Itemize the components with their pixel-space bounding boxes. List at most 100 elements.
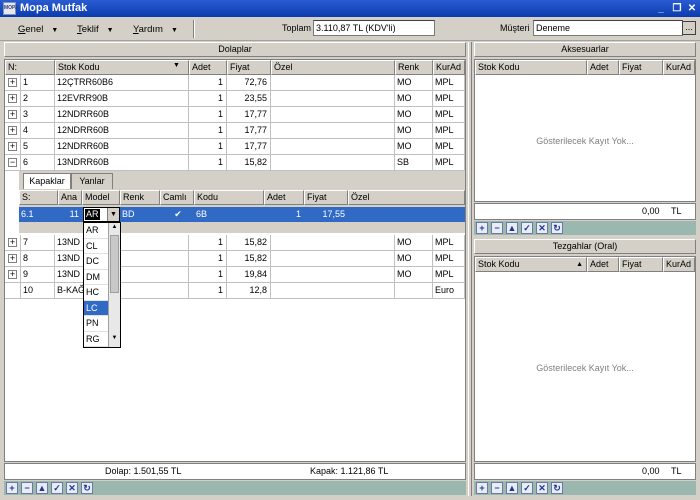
menu-yardim[interactable]: Yardım ▼ <box>133 24 178 35</box>
cell-renk: MO <box>395 123 433 139</box>
col-header-fiyat[interactable]: Fiyat <box>619 60 663 75</box>
move-up-icon[interactable]: ▲ <box>506 482 518 494</box>
col-header-ozel[interactable]: Özel <box>271 60 395 75</box>
cell-adet: 1 <box>189 139 227 155</box>
camli-checkbox[interactable]: ✔ <box>160 207 194 222</box>
dropdown-option[interactable]: HC <box>84 285 108 301</box>
delete-icon[interactable]: − <box>491 482 503 494</box>
minimize-icon[interactable]: _ <box>655 0 667 17</box>
col-header-kodu[interactable]: Kodu <box>194 190 264 205</box>
dolap-total: Dolap: 1.501,55 TL <box>105 466 182 476</box>
musteri-input[interactable]: Deneme <box>533 20 683 36</box>
cell-n: 3 <box>21 107 55 123</box>
cell-ozel <box>271 75 395 91</box>
cell-adet: 1 <box>189 107 227 123</box>
delete-icon[interactable]: − <box>491 222 503 234</box>
dropdown-option[interactable]: PN <box>84 316 108 332</box>
col-header-camli[interactable]: Camlı <box>160 190 194 205</box>
expand-icon[interactable]: + <box>8 238 17 247</box>
expand-icon[interactable]: + <box>8 94 17 103</box>
move-up-icon[interactable]: ▲ <box>36 482 48 494</box>
tab-kapaklar[interactable]: Kapaklar <box>23 173 71 189</box>
col-header-stok-kodu[interactable]: Stok Kodu <box>475 60 587 75</box>
cancel-icon[interactable]: ✕ <box>536 222 548 234</box>
cell-renk: MO <box>395 91 433 107</box>
expand-icon[interactable]: + <box>8 270 17 279</box>
col-header-renk[interactable]: Renk <box>120 190 160 205</box>
add-icon[interactable]: + <box>6 482 18 494</box>
col-header-stok-kodu[interactable]: Stok Kodu <box>55 60 189 75</box>
col-header-ozel[interactable]: Özel <box>348 190 465 205</box>
dropdown-option[interactable]: LC <box>84 300 108 316</box>
col-header-n[interactable]: N: <box>5 60 55 75</box>
col-header-fiyat[interactable]: Fiyat <box>619 257 663 272</box>
col-header-model[interactable]: Model <box>82 190 120 205</box>
musteri-label: Müşteri <box>500 23 530 33</box>
confirm-icon[interactable]: ✓ <box>51 482 63 494</box>
scroll-up-icon[interactable]: ▲ <box>110 224 119 234</box>
add-icon[interactable]: + <box>476 222 488 234</box>
col-header-renk[interactable]: Renk <box>395 60 433 75</box>
col-header-adet[interactable]: Adet <box>189 60 227 75</box>
dropdown-option[interactable]: AR <box>84 223 108 239</box>
move-up-icon[interactable]: ▲ <box>506 222 518 234</box>
expand-icon[interactable]: + <box>8 254 17 263</box>
aksesuarlar-currency: TL <box>671 206 682 216</box>
cell-fiyat: 72,76 <box>227 75 271 91</box>
cell-s: 6.1 <box>21 209 34 219</box>
expand-icon[interactable]: + <box>8 110 17 119</box>
cell-kurad: MPL <box>433 91 465 107</box>
delete-icon[interactable]: − <box>21 482 33 494</box>
cancel-icon[interactable]: ✕ <box>536 482 548 494</box>
scroll-down-icon[interactable]: ▼ <box>110 335 119 345</box>
dolaplar-grid: N: Stok Kodu Adet Fiyat Özel Renk KurAd ▼ 1 12ÇTR… <box>4 59 466 462</box>
col-header-kurad[interactable]: KurAd <box>663 257 695 272</box>
col-header-kurad[interactable]: KurAd <box>433 60 465 75</box>
expand-icon[interactable]: + <box>8 142 17 151</box>
cell-adet: 1 <box>189 75 227 91</box>
dropdown-option[interactable]: RG <box>84 332 108 347</box>
expand-icon[interactable]: + <box>8 78 17 87</box>
col-header-adet[interactable]: Adet <box>587 257 619 272</box>
menu-teklif[interactable]: Teklif ▼ <box>77 24 114 35</box>
sort-asc-icon: ▲ <box>576 261 583 268</box>
dropdown-scrollbar[interactable]: ▲ ▼ <box>108 223 120 347</box>
dropdown-option[interactable]: CL <box>84 239 108 254</box>
cell-ozel <box>271 283 395 299</box>
cell-ozel <box>271 155 395 171</box>
col-header-fiyat[interactable]: Fiyat <box>227 60 271 75</box>
expand-icon[interactable]: + <box>8 126 17 135</box>
col-header-stok-kodu[interactable]: Stok Kodu ▲ <box>475 257 587 272</box>
dropdown-arrow-icon[interactable]: ▼ <box>107 208 119 221</box>
dropdown-option[interactable]: DM <box>84 270 108 285</box>
dolaplar-navigator: + − ▲ ✓ ✕ ↻ <box>4 481 466 495</box>
col-header-fiyat[interactable]: Fiyat <box>304 190 348 205</box>
col-header-adet[interactable]: Adet <box>264 190 304 205</box>
splitter[interactable] <box>468 42 472 496</box>
refresh-icon[interactable]: ↻ <box>81 482 93 494</box>
col-header-ana[interactable]: Ana <box>58 190 82 205</box>
cell-ozel <box>271 91 395 107</box>
musteri-lookup-button[interactable]: ... <box>682 21 696 35</box>
add-icon[interactable]: + <box>476 482 488 494</box>
confirm-icon[interactable]: ✓ <box>521 222 533 234</box>
scroll-thumb[interactable] <box>110 235 119 293</box>
restore-icon[interactable]: ❐ <box>671 0 683 17</box>
col-header-s[interactable]: S: <box>19 190 58 205</box>
cell-renk: MO <box>395 267 433 283</box>
dropdown-option[interactable]: DC <box>84 254 108 270</box>
cell-kurad: MPL <box>433 251 465 267</box>
cell-renk: MO <box>395 107 433 123</box>
cancel-icon[interactable]: ✕ <box>66 482 78 494</box>
collapse-icon[interactable]: − <box>8 158 17 167</box>
col-header-adet[interactable]: Adet <box>587 60 619 75</box>
confirm-icon[interactable]: ✓ <box>521 482 533 494</box>
refresh-icon[interactable]: ↻ <box>551 222 563 234</box>
menu-genel[interactable]: Genel ▼ <box>18 24 58 35</box>
col-header-kurad[interactable]: KurAd <box>663 60 695 75</box>
tezgahlar-header: Tezgahlar (Oral) <box>474 239 696 254</box>
close-icon[interactable]: ✕ <box>686 0 698 17</box>
tab-yanlar[interactable]: Yanlar <box>71 173 113 189</box>
refresh-icon[interactable]: ↻ <box>551 482 563 494</box>
model-select[interactable]: AR ▼ <box>83 207 120 222</box>
